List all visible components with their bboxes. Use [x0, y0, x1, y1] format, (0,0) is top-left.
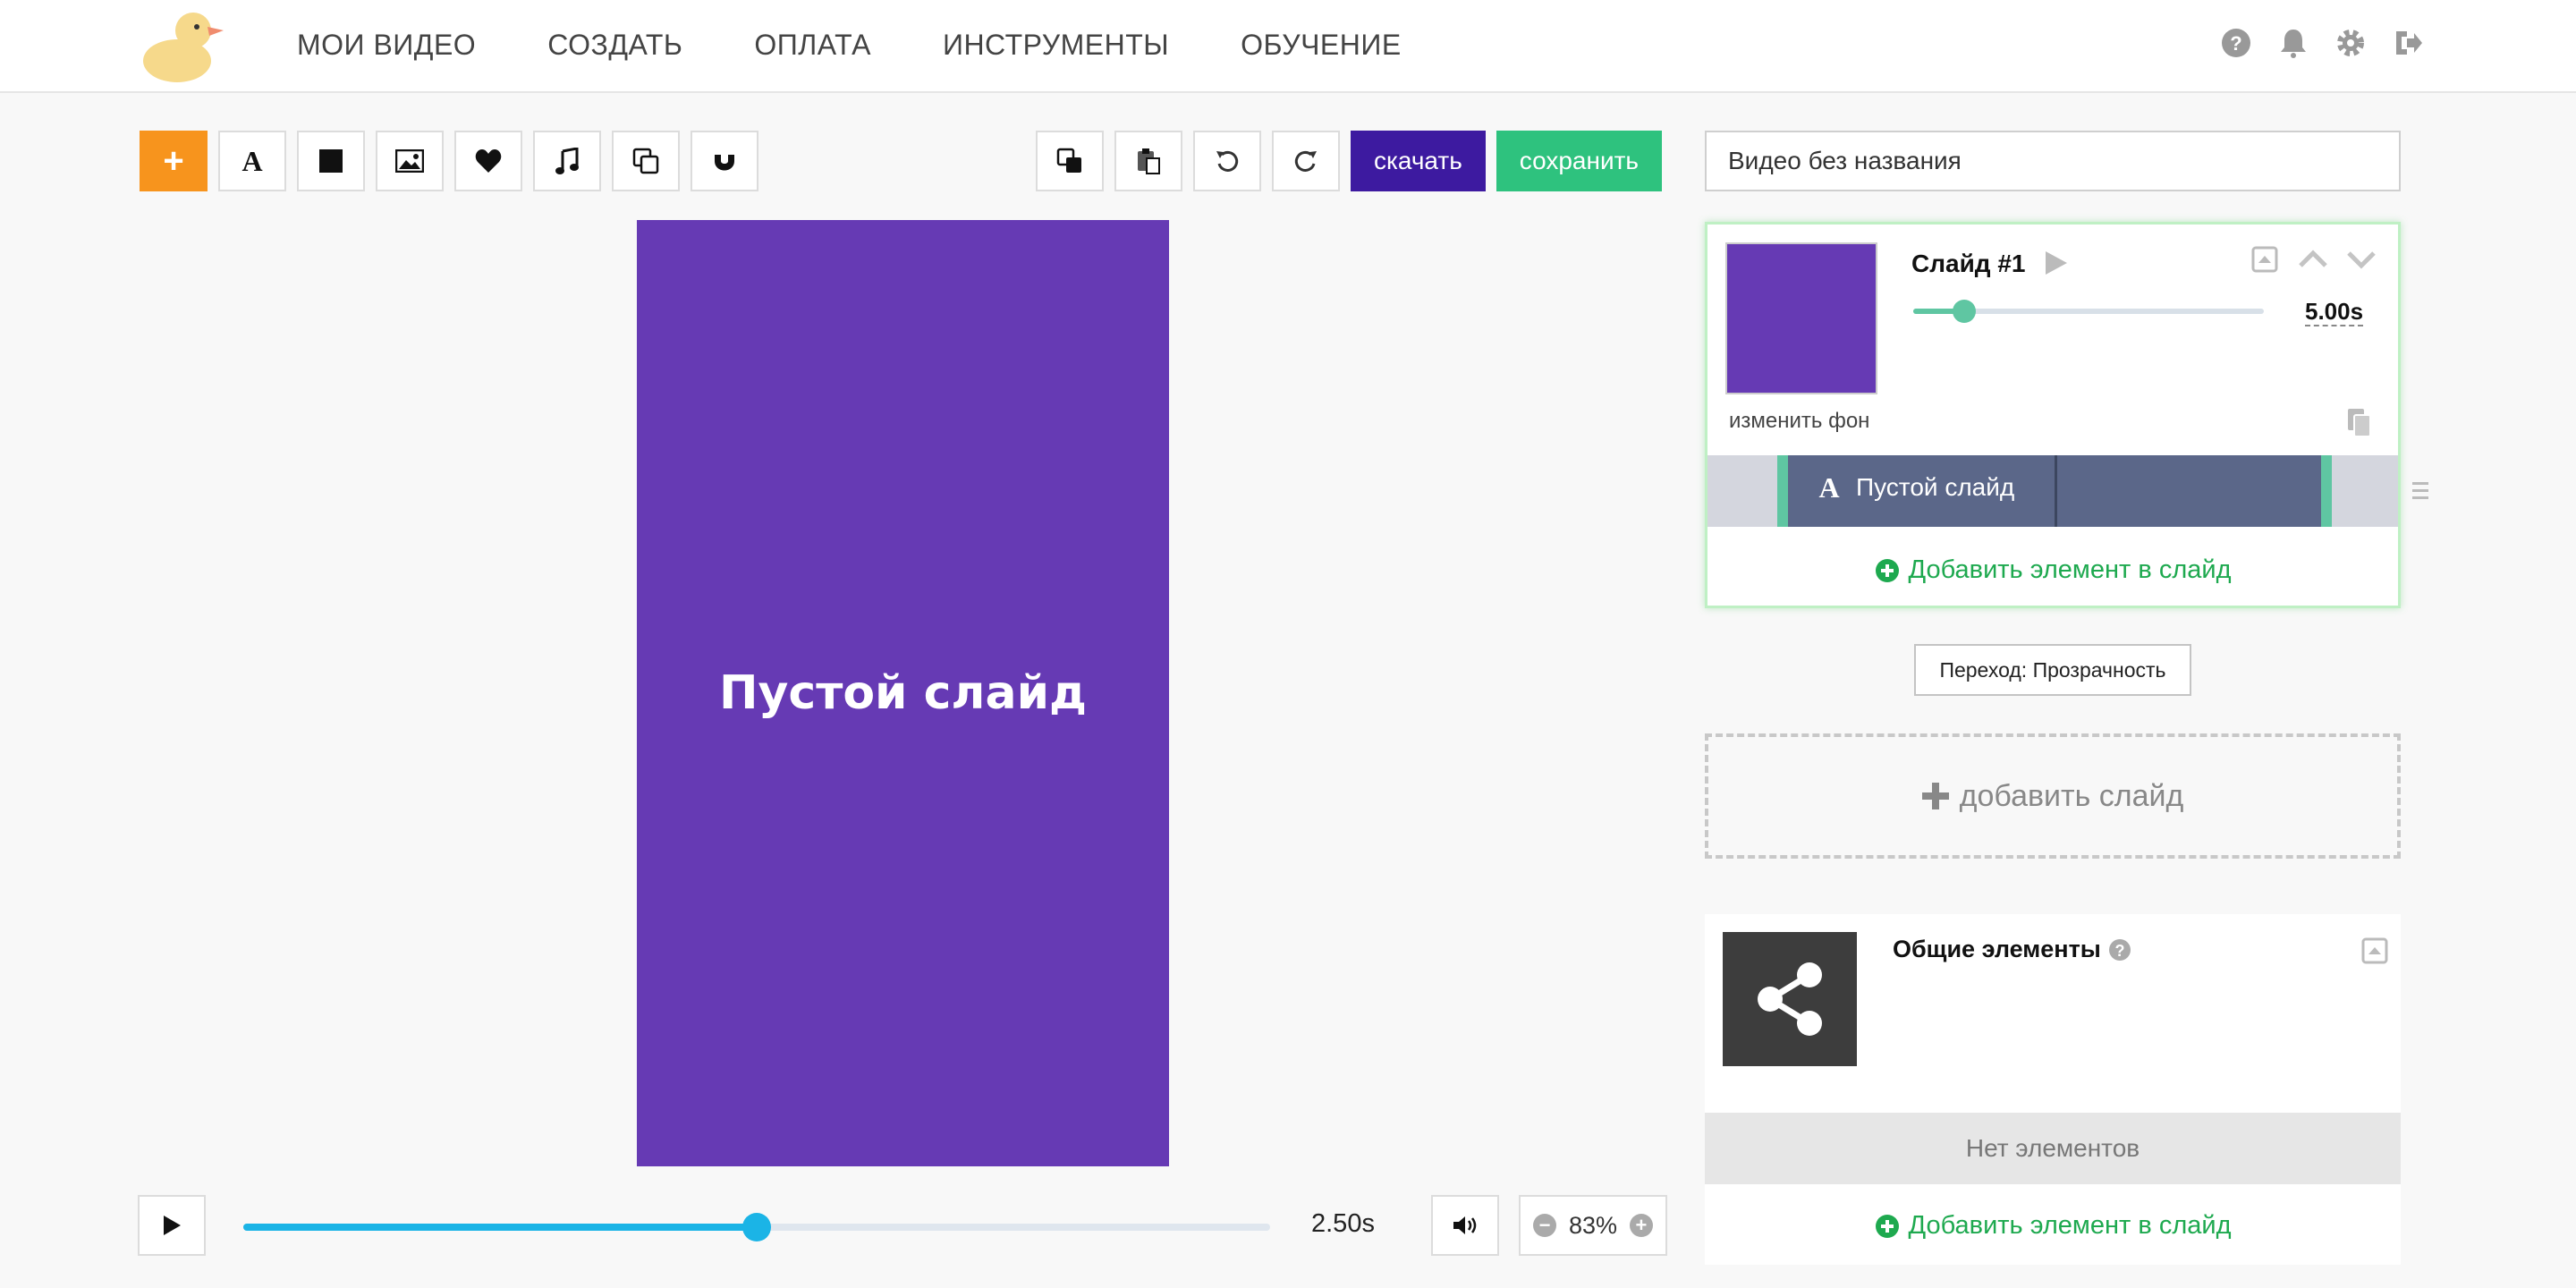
move-down-icon[interactable] — [2346, 246, 2377, 277]
svg-text:?: ? — [2230, 32, 2241, 55]
add-element-to-slide[interactable]: Добавить элемент в слайд — [1707, 555, 2398, 585]
heart-icon — [475, 149, 502, 173]
plus-circle-icon — [1875, 1214, 1899, 1238]
add-button[interactable]: + — [140, 131, 208, 191]
text-icon: A — [242, 148, 262, 174]
move-up-icon[interactable] — [2298, 246, 2328, 277]
image-icon — [395, 149, 424, 173]
duration-handle[interactable] — [1953, 300, 1976, 323]
nav-tools[interactable]: ИНСТРУМЕНТЫ — [943, 25, 1169, 64]
magnet-icon — [715, 151, 734, 171]
paste-icon — [1138, 148, 1160, 174]
undo-icon — [1216, 150, 1239, 172]
duration-slider[interactable] — [1913, 300, 2264, 323]
timeline-element-name: Пустой слайд — [1856, 473, 2015, 501]
svg-text:A: A — [1818, 474, 1839, 501]
common-elements-heading: Общие элементы — [1893, 936, 2101, 962]
share-thumbnail — [1723, 932, 1857, 1066]
bell-icon[interactable] — [2277, 27, 2309, 59]
plus-icon — [1921, 783, 1949, 809]
slide-timeline: A Пустой слайд — [1707, 455, 2428, 527]
text-icon: A — [1818, 474, 1839, 501]
play-icon — [164, 1216, 181, 1235]
current-time: 2.50s — [1311, 1209, 1375, 1238]
timeline-element-label: A Пустой слайд — [1817, 473, 2014, 502]
add-image-button[interactable] — [376, 131, 444, 191]
magnet-button[interactable] — [691, 131, 758, 191]
zoom-in-icon[interactable]: + — [1629, 1214, 1653, 1237]
slide-title: Слайд #1 — [1911, 250, 2026, 277]
player-bar: 2.50s − 83% + — [138, 1195, 1667, 1258]
edit-toolbar: скачать сохранить — [1036, 131, 1663, 191]
timeline-element[interactable]: A Пустой слайд — [1777, 455, 2332, 527]
drag-handle-icon[interactable] — [2412, 480, 2428, 506]
slide-canvas[interactable]: Пустой слайд — [637, 220, 1169, 1166]
redo-icon — [1294, 150, 1317, 172]
zoom-out-icon[interactable]: − — [1533, 1214, 1556, 1237]
zoom-value: 83% — [1568, 1211, 1618, 1239]
add-common-element-label: Добавить элемент в слайд — [1908, 1211, 2232, 1240]
slide-thumbnail[interactable] — [1725, 242, 1877, 394]
add-shape-button[interactable] — [297, 131, 365, 191]
insert-toolbar: + A — [140, 131, 758, 191]
no-elements-message: Нет элементов — [1705, 1113, 2401, 1184]
help-icon[interactable]: ? — [2108, 938, 2131, 962]
share-icon — [1758, 962, 1822, 1036]
volume-icon — [1453, 1216, 1477, 1234]
copy-button[interactable] — [1036, 131, 1104, 191]
transition-button[interactable]: Переход: Прозрачность — [1914, 644, 2191, 696]
zoom-control: − 83% + — [1519, 1195, 1667, 1256]
duplicate-slide-icon[interactable] — [2346, 407, 2373, 442]
timeline-scrubber[interactable] — [243, 1213, 1270, 1241]
nav-create[interactable]: СОЗДАТЬ — [547, 25, 682, 64]
add-slide-label: добавить слайд — [1959, 778, 2184, 813]
add-common-element[interactable]: Добавить элемент в слайд — [1705, 1211, 2401, 1241]
timeline-handle[interactable] — [742, 1213, 771, 1241]
help-icon[interactable]: ? — [2220, 27, 2252, 59]
header-icons: ? — [2220, 27, 2424, 59]
video-title-input[interactable] — [1705, 131, 2401, 191]
logout-icon[interactable] — [2392, 27, 2424, 59]
svg-text:A: A — [242, 148, 262, 174]
timeline-progress — [243, 1224, 757, 1231]
square-icon — [319, 149, 343, 173]
music-icon — [555, 148, 579, 174]
nav-my-videos[interactable]: МОИ ВИДЕО — [297, 25, 476, 64]
gear-icon[interactable] — [2334, 27, 2367, 59]
main-nav: МОИ ВИДЕО СОЗДАТЬ ОПЛАТА ИНСТРУМЕНТЫ ОБУ… — [297, 25, 1473, 64]
duplicate-button[interactable] — [612, 131, 680, 191]
download-button[interactable]: скачать — [1351, 131, 1486, 191]
save-button[interactable]: сохранить — [1496, 131, 1663, 191]
change-background-link[interactable]: изменить фон — [1729, 409, 1869, 434]
copy-icon — [632, 148, 659, 174]
svg-text:?: ? — [2114, 942, 2124, 960]
collapse-icon[interactable] — [2251, 246, 2278, 277]
slide-play-icon[interactable] — [2044, 250, 2069, 281]
common-elements-card: Общие элементы ? Нет элементов Добавить … — [1705, 914, 2401, 1265]
add-slide-button[interactable]: добавить слайд — [1705, 733, 2401, 859]
add-text-button[interactable]: A — [218, 131, 286, 191]
volume-button[interactable] — [1431, 1195, 1499, 1256]
common-elements-title: Общие элементы ? — [1893, 936, 2131, 963]
nav-payment[interactable]: ОПЛАТА — [754, 25, 871, 64]
add-sticker-button[interactable] — [454, 131, 522, 191]
add-element-label: Добавить элемент в слайд — [1908, 555, 2232, 584]
collapse-icon[interactable] — [2361, 937, 2388, 969]
timeline-divider — [2055, 455, 2057, 527]
copy-to-icon — [1056, 148, 1081, 173]
redo-button[interactable] — [1272, 131, 1340, 191]
play-button[interactable] — [138, 1195, 206, 1256]
duck-logo[interactable] — [138, 7, 224, 84]
paste-button[interactable] — [1114, 131, 1182, 191]
slide-duration[interactable]: 5.00s — [2305, 298, 2364, 326]
plus-icon: + — [163, 141, 184, 181]
nav-learning[interactable]: ОБУЧЕНИЕ — [1241, 25, 1402, 64]
plus-circle-icon — [1875, 558, 1899, 582]
add-music-button[interactable] — [533, 131, 601, 191]
slide-card: изменить фон Слайд #1 5.00s A Пустой сла… — [1705, 222, 2428, 608]
canvas-text[interactable]: Пустой слайд — [719, 666, 1087, 720]
header: МОИ ВИДЕО СОЗДАТЬ ОПЛАТА ИНСТРУМЕНТЫ ОБУ… — [0, 0, 2576, 93]
undo-button[interactable] — [1193, 131, 1261, 191]
